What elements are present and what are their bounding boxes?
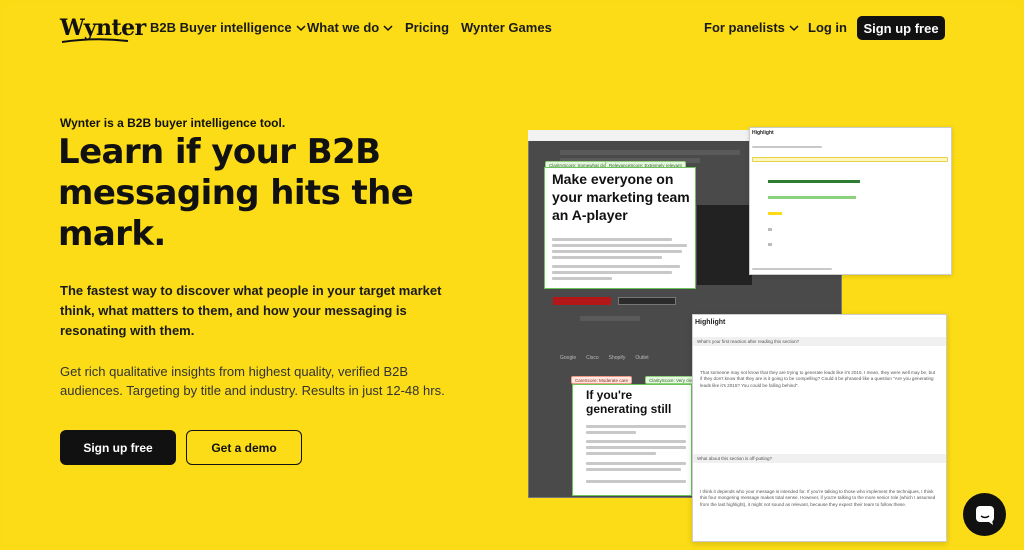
question-header: What about this section is off-putting? (693, 454, 946, 463)
hero-subtext: Get rich qualitative insights from highe… (60, 364, 445, 398)
nav-item-label: Pricing (405, 20, 450, 35)
text-line (552, 277, 612, 280)
text-line (586, 452, 656, 455)
text-line (552, 244, 687, 247)
response-bar (768, 212, 782, 215)
nav-item-label: B2B Buyer intelligence (150, 20, 292, 35)
hero-lead: The fastest way to discover what people … (60, 283, 442, 338)
mockup-logo: Cisco (586, 355, 599, 361)
response-bar (768, 196, 856, 199)
text-line (552, 265, 680, 268)
signup-free-button[interactable]: Sign up free (60, 430, 176, 465)
mockup-row (560, 150, 740, 155)
mockup-photo (697, 205, 752, 285)
mockup-red-button (553, 297, 611, 305)
nav-item-for-panelists[interactable]: For panelists (704, 20, 799, 35)
text-line (586, 468, 681, 471)
mockup-logo: Outlet (635, 355, 649, 361)
panel-title: Highlight (695, 319, 726, 326)
response-bar (768, 180, 860, 183)
nav-item-label: What we do (307, 20, 380, 35)
logo-swoosh-icon (61, 38, 129, 43)
response-text: I think it depends who your message is i… (700, 489, 936, 507)
nav-item-pricing[interactable]: Pricing (405, 20, 449, 35)
top-navigation: Wynter B2B Buyer intelligence What we do… (0, 0, 1024, 56)
mockup-logo: Shopify (608, 355, 626, 361)
text-line (552, 271, 672, 274)
panel-title: Highlight (752, 130, 774, 136)
nav-item-wynter-games[interactable]: Wynter Games (461, 20, 552, 35)
text-line (586, 462, 686, 465)
nav-item-label: For panelists (704, 20, 785, 35)
highlight-bar (752, 157, 948, 162)
text-line (752, 146, 822, 148)
question-header: What's your first reaction after reading… (693, 337, 946, 346)
text-line (586, 431, 636, 434)
get-demo-button[interactable]: Get a demo (186, 430, 302, 465)
text-line (752, 268, 832, 270)
chat-launcher-button[interactable] (963, 493, 1006, 536)
chevron-down-icon (789, 24, 799, 31)
mockup-topbar (528, 130, 754, 141)
text-line (586, 446, 686, 449)
mockup-card-title: Make everyone on your marketing team an … (552, 171, 690, 223)
text-line (552, 250, 682, 253)
login-link[interactable]: Log in (808, 20, 847, 35)
highlight-panel-top (749, 127, 952, 275)
mockup-dark-button (618, 297, 676, 305)
response-bar (768, 228, 772, 231)
nav-item-what-we-do[interactable]: What we do (307, 20, 393, 35)
text-line (552, 256, 662, 259)
chevron-down-icon (296, 24, 306, 31)
mockup-logo-strip: Google Cisco Shopify Outlet (560, 352, 700, 364)
chat-icon (975, 505, 994, 525)
chevron-down-icon (383, 24, 393, 31)
hero-headline: Learn if your B2B messaging hits the mar… (58, 132, 414, 254)
mockup-logo: Google (560, 355, 577, 361)
score-tag: CareScore: Moderate care (571, 376, 633, 384)
text-line (586, 440, 686, 443)
nav-item-b2b-buyer-intelligence[interactable]: B2B Buyer intelligence (150, 20, 306, 35)
response-bar (768, 243, 772, 246)
response-text: That someone may not know that they are … (700, 370, 936, 388)
signup-nav-button[interactable]: Sign up free (857, 16, 945, 40)
text-line (586, 480, 686, 483)
mockup-row (580, 316, 640, 321)
nav-item-label: Wynter Games (461, 20, 552, 35)
text-line (552, 238, 672, 241)
mockup-card-title: If you're generating still 2015, you're … (586, 388, 676, 418)
text-line (586, 425, 686, 428)
hero-eyebrow: Wynter is a B2B buyer intelligence tool. (60, 116, 286, 130)
